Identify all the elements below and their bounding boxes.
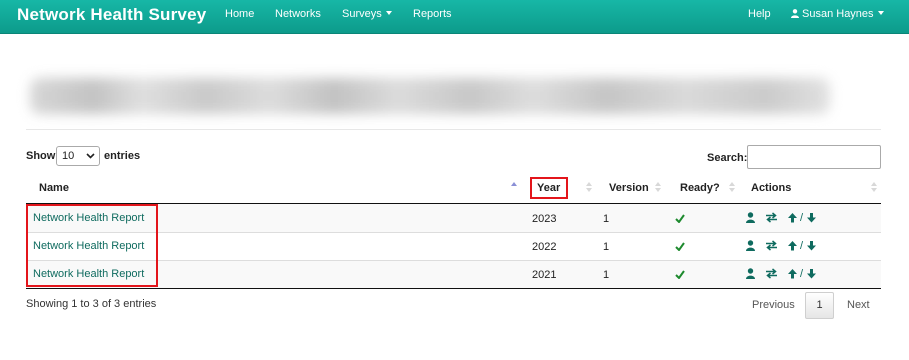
user-name: Susan Haynes <box>802 8 874 20</box>
sort-ascending-icon <box>511 182 517 186</box>
nav-networks[interactable]: Networks <box>275 8 321 20</box>
arrow-down-icon[interactable] <box>806 240 817 251</box>
search-label: Search: <box>707 152 748 164</box>
year-header-highlight <box>530 177 568 199</box>
nav-surveys-label: Surveys <box>342 8 382 20</box>
chevron-down-icon <box>86 153 95 159</box>
sort-both-icon <box>729 182 735 192</box>
separator: / <box>800 212 804 224</box>
separator: / <box>800 240 804 252</box>
arrow-down-icon[interactable] <box>806 268 817 279</box>
nav-home[interactable]: Home <box>225 8 254 20</box>
version-cell: 1 <box>603 241 610 253</box>
user-icon <box>791 9 799 18</box>
sort-both-icon <box>586 182 592 192</box>
current-page-button[interactable]: 1 <box>805 292 834 319</box>
caret-down-icon <box>877 11 884 15</box>
sort-both-icon <box>871 182 877 192</box>
version-cell: 1 <box>603 269 610 281</box>
column-header-name[interactable]: Name <box>39 182 69 194</box>
entries-label: entries <box>104 150 141 162</box>
year-cell: 2022 <box>532 241 557 253</box>
check-icon <box>675 214 685 223</box>
show-label: Show <box>26 150 56 162</box>
version-cell: 1 <box>603 213 610 225</box>
brand-link[interactable]: Network Health Survey <box>17 5 206 25</box>
transfer-arrows-icon[interactable] <box>766 212 777 223</box>
sort-both-icon <box>655 182 661 192</box>
nav-help[interactable]: Help <box>748 8 771 20</box>
redacted-heading <box>30 78 830 114</box>
user-icon[interactable] <box>745 212 756 223</box>
arrow-up-icon[interactable] <box>787 240 798 251</box>
column-header-actions[interactable]: Actions <box>751 182 791 194</box>
arrow-up-icon[interactable] <box>787 268 798 279</box>
arrow-down-icon[interactable] <box>806 212 817 223</box>
arrow-up-icon[interactable] <box>787 212 798 223</box>
user-icon[interactable] <box>745 268 756 279</box>
user-icon[interactable] <box>745 240 756 251</box>
separator: / <box>800 268 804 280</box>
year-cell: 2021 <box>532 269 557 281</box>
transfer-arrows-icon[interactable] <box>766 268 777 279</box>
page-size-select[interactable]: 10 <box>56 146 100 166</box>
previous-page-button[interactable]: Previous <box>752 299 795 311</box>
divider <box>26 129 881 130</box>
table-bottom-border <box>26 288 881 289</box>
transfer-arrows-icon[interactable] <box>766 240 777 251</box>
column-header-ready[interactable]: Ready? <box>680 182 720 194</box>
name-column-highlight <box>26 204 158 287</box>
user-menu[interactable]: Susan Haynes <box>791 8 884 20</box>
check-icon <box>675 270 685 279</box>
nav-surveys[interactable]: Surveys <box>342 8 392 20</box>
column-header-version[interactable]: Version <box>609 182 649 194</box>
year-cell: 2023 <box>532 213 557 225</box>
nav-reports[interactable]: Reports <box>413 8 452 20</box>
check-icon <box>675 242 685 251</box>
page-size-value: 10 <box>62 150 75 162</box>
top-navbar: Network Health Survey Home Networks Surv… <box>0 0 909 34</box>
table-info: Showing 1 to 3 of 3 entries <box>26 298 157 310</box>
search-input[interactable] <box>747 145 881 169</box>
next-page-button[interactable]: Next <box>847 299 870 311</box>
caret-down-icon <box>385 11 392 15</box>
